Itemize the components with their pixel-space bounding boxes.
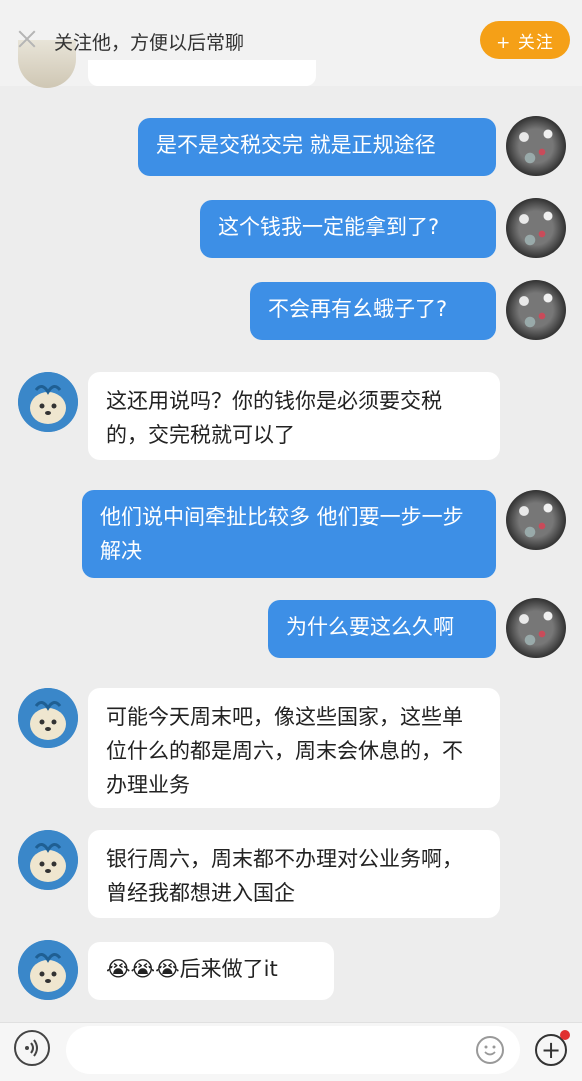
self-avatar[interactable] xyxy=(506,490,566,550)
voice-icon-glyph xyxy=(25,1039,38,1057)
emoji-icon-glyph xyxy=(484,1045,496,1056)
peer-avatar[interactable] xyxy=(18,372,78,432)
peer-avatar-image xyxy=(18,372,78,432)
peer-avatar[interactable] xyxy=(18,940,78,1000)
follow-hint-text: 关注他，方便以后常聊 xyxy=(54,32,245,54)
message-bubble[interactable]: 可能今天周末吧，像这些国家，这些单位什么的都是周六，周末会休息的，不办理业务 xyxy=(88,688,500,808)
message-bubble[interactable]: 不会再有幺蛾子了? xyxy=(250,282,496,340)
message-bubble[interactable]: 他们说中间牵扯比较多 他们要一步一步解决 xyxy=(82,490,496,578)
self-avatar[interactable] xyxy=(506,598,566,658)
message-bubble[interactable]: 银行周六，周末都不办理对公业务啊，曾经我都想进入国企 xyxy=(88,830,500,918)
peer-avatar[interactable] xyxy=(18,688,78,748)
self-avatar[interactable] xyxy=(506,280,566,340)
message-bubble[interactable]: 这还用说吗？你的钱你是必须要交税的，交完税就可以了 xyxy=(88,372,500,460)
peer-avatar-image xyxy=(18,688,78,748)
close-icon[interactable] xyxy=(16,28,38,50)
peer-avatar-image xyxy=(18,940,78,1000)
message-bubble[interactable]: 为什么要这么久啊 xyxy=(268,600,496,658)
message-bubble-partial xyxy=(88,60,316,86)
peer-avatar-image xyxy=(18,830,78,890)
peer-avatar[interactable] xyxy=(18,830,78,890)
self-avatar[interactable] xyxy=(506,198,566,258)
message-bubble[interactable]: 是不是交税交完 就是正规途径 xyxy=(138,118,496,176)
message-input[interactable] xyxy=(66,1026,520,1074)
message-bubble[interactable]: 😭😭😭后来做了it xyxy=(88,942,334,1000)
notification-dot xyxy=(560,1030,570,1040)
follow-button[interactable]: + 关注 xyxy=(480,21,570,59)
voice-icon[interactable] xyxy=(14,1030,50,1066)
emoji-icon[interactable] xyxy=(476,1036,504,1064)
self-avatar[interactable] xyxy=(506,116,566,176)
message-bubble[interactable]: 这个钱我一定能拿到了? xyxy=(200,200,496,258)
